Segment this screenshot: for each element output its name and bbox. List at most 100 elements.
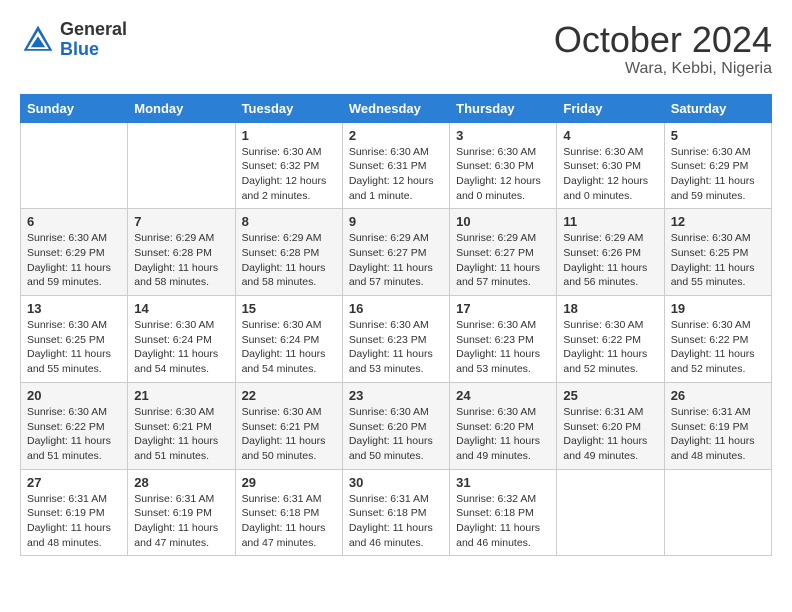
day-info: Sunrise: 6:30 AMSunset: 6:25 PMDaylight:… bbox=[27, 319, 111, 375]
day-number: 26 bbox=[671, 388, 765, 403]
day-number: 13 bbox=[27, 301, 121, 316]
week-row-1: 1 Sunrise: 6:30 AMSunset: 6:32 PMDaylight… bbox=[21, 122, 772, 209]
day-info: Sunrise: 6:30 AMSunset: 6:23 PMDaylight:… bbox=[349, 319, 433, 375]
day-number: 28 bbox=[134, 475, 228, 490]
day-cell: 30Sunrise: 6:31 AMSunset: 6:18 PMDayligh… bbox=[342, 469, 449, 556]
day-info: Sunrise: 6:30 AMSunset: 6:22 PMDaylight:… bbox=[671, 319, 755, 375]
day-number: 18 bbox=[563, 301, 657, 316]
day-cell: 27 Sunrise: 6:31 AMSunset: 6:19 PMDayligh… bbox=[21, 469, 128, 556]
day-number: 30 bbox=[349, 475, 443, 490]
day-cell: 16 Sunrise: 6:30 AMSunset: 6:23 PMDayligh… bbox=[342, 296, 449, 383]
day-number: 15 bbox=[242, 301, 336, 316]
day-number: 7 bbox=[134, 214, 228, 229]
day-number: 16 bbox=[349, 301, 443, 316]
day-info: Sunrise: 6:29 AMSunset: 6:28 PMDaylight:… bbox=[242, 232, 326, 288]
day-number: 20 bbox=[27, 388, 121, 403]
day-number: 24 bbox=[456, 388, 550, 403]
day-cell: 31 Sunrise: 6:32 AMSunset: 6:18 PMDayligh… bbox=[450, 469, 557, 556]
day-number: 22 bbox=[242, 388, 336, 403]
day-cell: 18 Sunrise: 6:30 AMSunset: 6:22 PMDayligh… bbox=[557, 296, 664, 383]
day-number: 27 bbox=[27, 475, 121, 490]
day-cell: 11Sunrise: 6:29 AMSunset: 6:26 PMDayligh… bbox=[557, 209, 664, 296]
month-title: October 2024 bbox=[554, 20, 772, 60]
day-info: Sunrise: 6:31 AMSunset: 6:19 PMDaylight:… bbox=[27, 493, 111, 549]
day-info: Sunrise: 6:32 AMSunset: 6:18 PMDaylight:… bbox=[456, 493, 540, 549]
day-number: 29 bbox=[242, 475, 336, 490]
day-cell: 6 Sunrise: 6:30 AMSunset: 6:29 PMDaylight… bbox=[21, 209, 128, 296]
day-number: 3 bbox=[456, 128, 550, 143]
day-info: Sunrise: 6:30 AMSunset: 6:32 PMDaylight:… bbox=[242, 146, 327, 202]
day-info: Sunrise: 6:29 AMSunset: 6:27 PMDaylight:… bbox=[349, 232, 433, 288]
logo-text: General Blue bbox=[60, 20, 127, 60]
day-cell: 9 Sunrise: 6:29 AMSunset: 6:27 PMDaylight… bbox=[342, 209, 449, 296]
day-cell: 14 Sunrise: 6:30 AMSunset: 6:24 PMDayligh… bbox=[128, 296, 235, 383]
header-day-monday: Monday bbox=[128, 94, 235, 122]
day-number: 5 bbox=[671, 128, 765, 143]
header-day-thursday: Thursday bbox=[450, 94, 557, 122]
day-info: Sunrise: 6:30 AMSunset: 6:29 PMDaylight:… bbox=[671, 146, 755, 202]
day-cell: 21 Sunrise: 6:30 AMSunset: 6:21 PMDayligh… bbox=[128, 382, 235, 469]
header-day-tuesday: Tuesday bbox=[235, 94, 342, 122]
day-info: Sunrise: 6:30 AMSunset: 6:30 PMDaylight:… bbox=[456, 146, 541, 202]
logo-icon bbox=[20, 22, 56, 58]
day-info: Sunrise: 6:30 AMSunset: 6:20 PMDaylight:… bbox=[349, 406, 433, 462]
day-number: 17 bbox=[456, 301, 550, 316]
day-cell: 4Sunrise: 6:30 AMSunset: 6:30 PMDaylight… bbox=[557, 122, 664, 209]
calendar-table: SundayMondayTuesdayWednesdayThursdayFrid… bbox=[20, 94, 772, 557]
header-day-saturday: Saturday bbox=[664, 94, 771, 122]
day-number: 19 bbox=[671, 301, 765, 316]
day-info: Sunrise: 6:30 AMSunset: 6:24 PMDaylight:… bbox=[134, 319, 218, 375]
day-cell: 25 Sunrise: 6:31 AMSunset: 6:20 PMDayligh… bbox=[557, 382, 664, 469]
day-info: Sunrise: 6:30 AMSunset: 6:22 PMDaylight:… bbox=[563, 319, 647, 375]
header-day-friday: Friday bbox=[557, 94, 664, 122]
day-info: Sunrise: 6:30 AMSunset: 6:24 PMDaylight:… bbox=[242, 319, 326, 375]
day-number: 31 bbox=[456, 475, 550, 490]
day-info: Sunrise: 6:30 AMSunset: 6:22 PMDaylight:… bbox=[27, 406, 111, 462]
day-cell: 19 Sunrise: 6:30 AMSunset: 6:22 PMDayligh… bbox=[664, 296, 771, 383]
day-number: 25 bbox=[563, 388, 657, 403]
day-cell bbox=[21, 122, 128, 209]
day-info: Sunrise: 6:31 AMSunset: 6:20 PMDaylight:… bbox=[563, 406, 647, 462]
calendar-header: SundayMondayTuesdayWednesdayThursdayFrid… bbox=[21, 94, 772, 122]
logo-general-text: General bbox=[60, 19, 127, 39]
week-row-4: 20 Sunrise: 6:30 AMSunset: 6:22 PMDayligh… bbox=[21, 382, 772, 469]
day-info: Sunrise: 6:30 AMSunset: 6:30 PMDaylight:… bbox=[563, 146, 648, 202]
calendar-body: 1 Sunrise: 6:30 AMSunset: 6:32 PMDaylight… bbox=[21, 122, 772, 556]
day-cell: 28 Sunrise: 6:31 AMSunset: 6:19 PMDayligh… bbox=[128, 469, 235, 556]
day-info: Sunrise: 6:30 AMSunset: 6:23 PMDaylight:… bbox=[456, 319, 540, 375]
day-number: 11 bbox=[563, 214, 657, 229]
day-info: Sunrise: 6:30 AMSunset: 6:21 PMDaylight:… bbox=[134, 406, 218, 462]
day-cell: 23 Sunrise: 6:30 AMSunset: 6:20 PMDayligh… bbox=[342, 382, 449, 469]
logo-blue-text: Blue bbox=[60, 39, 99, 59]
day-cell: 2 Sunrise: 6:30 AMSunset: 6:31 PMDaylight… bbox=[342, 122, 449, 209]
day-number: 23 bbox=[349, 388, 443, 403]
page-header: General Blue October 2024 Wara, Kebbi, N… bbox=[20, 20, 772, 78]
day-cell: 7Sunrise: 6:29 AMSunset: 6:28 PMDaylight… bbox=[128, 209, 235, 296]
day-cell: 3 Sunrise: 6:30 AMSunset: 6:30 PMDaylight… bbox=[450, 122, 557, 209]
day-info: Sunrise: 6:30 AMSunset: 6:29 PMDaylight:… bbox=[27, 232, 111, 288]
day-number: 9 bbox=[349, 214, 443, 229]
day-number: 2 bbox=[349, 128, 443, 143]
day-cell: 8 Sunrise: 6:29 AMSunset: 6:28 PMDaylight… bbox=[235, 209, 342, 296]
day-cell: 22Sunrise: 6:30 AMSunset: 6:21 PMDayligh… bbox=[235, 382, 342, 469]
day-info: Sunrise: 6:31 AMSunset: 6:19 PMDaylight:… bbox=[671, 406, 755, 462]
day-info: Sunrise: 6:29 AMSunset: 6:27 PMDaylight:… bbox=[456, 232, 540, 288]
day-info: Sunrise: 6:30 AMSunset: 6:31 PMDaylight:… bbox=[349, 146, 434, 202]
day-cell: 12 Sunrise: 6:30 AMSunset: 6:25 PMDayligh… bbox=[664, 209, 771, 296]
day-cell bbox=[557, 469, 664, 556]
day-number: 14 bbox=[134, 301, 228, 316]
day-number: 6 bbox=[27, 214, 121, 229]
day-info: Sunrise: 6:30 AMSunset: 6:25 PMDaylight:… bbox=[671, 232, 755, 288]
day-cell: 5 Sunrise: 6:30 AMSunset: 6:29 PMDaylight… bbox=[664, 122, 771, 209]
day-number: 21 bbox=[134, 388, 228, 403]
day-cell: 10 Sunrise: 6:29 AMSunset: 6:27 PMDayligh… bbox=[450, 209, 557, 296]
day-cell: 15 Sunrise: 6:30 AMSunset: 6:24 PMDayligh… bbox=[235, 296, 342, 383]
week-row-2: 6 Sunrise: 6:30 AMSunset: 6:29 PMDaylight… bbox=[21, 209, 772, 296]
day-info: Sunrise: 6:31 AMSunset: 6:19 PMDaylight:… bbox=[134, 493, 218, 549]
day-cell bbox=[128, 122, 235, 209]
day-number: 8 bbox=[242, 214, 336, 229]
day-number: 1 bbox=[242, 128, 336, 143]
day-number: 12 bbox=[671, 214, 765, 229]
day-number: 10 bbox=[456, 214, 550, 229]
day-cell: 24Sunrise: 6:30 AMSunset: 6:20 PMDayligh… bbox=[450, 382, 557, 469]
